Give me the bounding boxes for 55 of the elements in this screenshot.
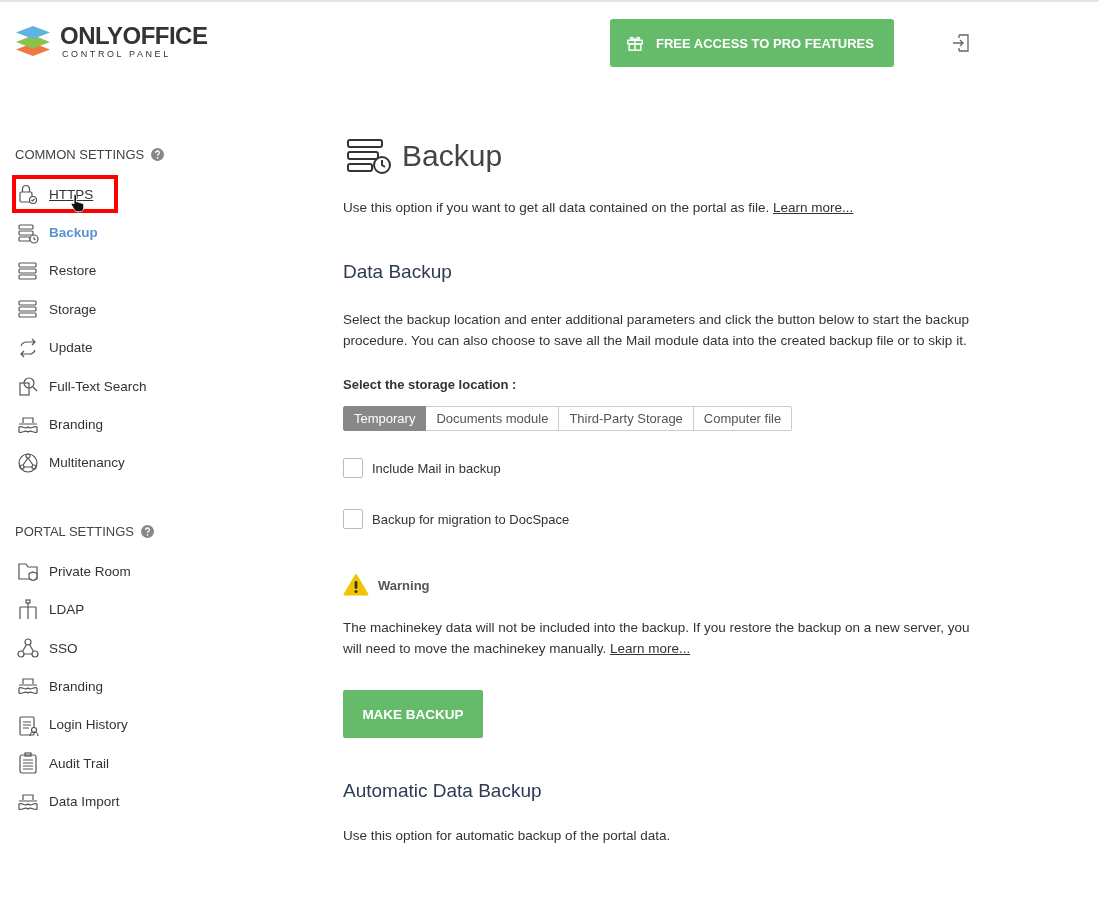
section-heading: COMMON SETTINGS [15, 146, 145, 162]
description-text: Use this option for automatic backup of the portal data. [343, 828, 672, 843]
section-title: Automatic Data Backup [343, 780, 543, 802]
storage-label: Select the storage location : [343, 377, 518, 392]
warning-title: Warning [378, 577, 430, 593]
menu-item-icon [17, 375, 39, 398]
logo-icon [14, 24, 52, 58]
storage-tab[interactable]: Temporary [343, 406, 427, 431]
sidebar-link[interactable]: LDAP [49, 602, 85, 618]
learn-more-link[interactable]: Learn more... [609, 641, 691, 656]
sidebar-link[interactable]: Branding [49, 417, 104, 433]
sidebar-link[interactable]: Data Import [49, 794, 120, 810]
section-heading: PORTAL SETTINGS [15, 523, 134, 539]
sidebar-link[interactable]: Login History [49, 717, 128, 733]
logout-icon[interactable] [951, 33, 971, 53]
menu-item-icon [17, 713, 39, 736]
menu-item-icon [17, 560, 39, 583]
sidebar-link[interactable]: HTTPS [49, 186, 94, 202]
gift-icon [626, 34, 644, 52]
sidebar-link[interactable]: Branding [49, 679, 104, 694]
help-icon[interactable] [140, 524, 154, 538]
menu-item-icon [17, 637, 39, 660]
sidebar-link[interactable]: Private Room [49, 563, 131, 579]
menu-item-icon [17, 451, 39, 474]
sidebar-link[interactable]: SSO [49, 640, 78, 656]
checkbox-label: Backup for migration to DocSpace [372, 511, 570, 527]
sidebar-link[interactable]: Full-Text Search [49, 378, 147, 394]
checkbox[interactable] [343, 509, 363, 529]
warning-text: The machinekey data will not be included into the backup. If you restore the backup on a new server, you will need to move the machinekey manually. Learn more... [343, 619, 971, 658]
logo-name: ONLYOFFICE [60, 23, 208, 49]
page-title: Backup [402, 139, 503, 173]
menu-item-icon [17, 221, 39, 244]
warning-icon [343, 573, 369, 597]
menu-item-icon [17, 598, 39, 621]
sidebar-link[interactable]: Restore [49, 263, 97, 279]
logo-subtitle: CONTROL PANEL [62, 49, 172, 59]
description-text: Select the backup location and enter additional parameters and click the button below to start the backup procedure. You can also choose to save all the Mail module data into the created backup file or to skip it. [343, 311, 970, 350]
sidebar-link[interactable]: Storage [49, 301, 97, 317]
storage-tab[interactable]: Computer file [693, 406, 793, 431]
checkbox-label: Include Mail in backup [372, 460, 501, 476]
sidebar-link[interactable]: Update [49, 340, 93, 356]
sidebar-link[interactable]: Audit Trail [49, 755, 110, 771]
sidebar-link[interactable]: Multitenancy [49, 455, 125, 471]
learn-more-link[interactable]: Learn more... [773, 200, 854, 215]
menu-item-icon [17, 298, 39, 321]
menu-item-icon [17, 259, 39, 282]
backup-icon [346, 138, 392, 174]
help-icon[interactable] [151, 147, 165, 161]
checkbox[interactable] [343, 458, 363, 478]
section-title: Data Backup [343, 261, 453, 283]
menu-item-icon [17, 183, 39, 206]
menu-item-icon [17, 752, 39, 775]
storage-tab[interactable]: Documents module [426, 406, 560, 431]
storage-tab[interactable]: Third-Party Storage [559, 406, 694, 431]
intro-text: Use this option if you want to get all data contained on the portal as file. Learn more... [343, 200, 855, 215]
